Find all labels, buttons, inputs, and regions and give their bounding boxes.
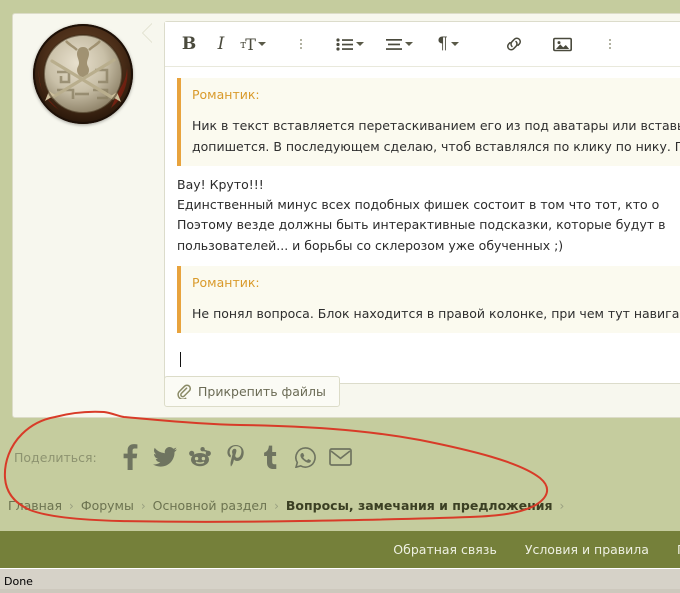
- reply-paragraph: Вау! Круто!!! Единственный минус всех по…: [177, 175, 680, 256]
- bold-icon[interactable]: B: [173, 29, 205, 59]
- image-glyph: [552, 37, 572, 51]
- footer-link-feedback[interactable]: Обратная связь: [393, 542, 497, 557]
- quote-author: Романтик:: [192, 274, 260, 290]
- bullet-list-icon[interactable]: [333, 29, 367, 59]
- browser-viewport: B I тT ¶ Романтик: Ник в текст вставляет…: [0, 0, 680, 593]
- reply-line: пользователей... и борьбы со склерозом у…: [177, 237, 564, 253]
- facebook-icon[interactable]: [113, 444, 148, 470]
- email-icon[interactable]: [323, 444, 358, 470]
- share-label: Поделиться:: [14, 449, 97, 465]
- quote-block-1: Романтик: Ник в текст вставляется перета…: [177, 78, 680, 166]
- quote-block-2: Романтик: Не понял вопроса. Блок находит…: [177, 265, 680, 334]
- link-glyph: [507, 37, 521, 51]
- email-glyph: [328, 448, 352, 466]
- post-avatar-column: [12, 13, 150, 418]
- quote-line: допишется. В последующем сделаю, чтоб вс…: [192, 138, 680, 154]
- chevron-down-icon: [450, 42, 459, 46]
- attach-files-label: Прикрепить файлы: [198, 384, 326, 399]
- reply-line: Единственный минус всех подобных фишек с…: [177, 197, 660, 212]
- quote-line: Ник в текст вставляется перетаскиванием …: [192, 118, 680, 134]
- avatar[interactable]: [33, 24, 133, 124]
- whatsapp-icon[interactable]: [288, 444, 323, 470]
- quote-text: Ник в текст вставляется перетаскиванием …: [192, 116, 680, 157]
- italic-icon[interactable]: I: [205, 29, 237, 59]
- breadcrumb-item-home[interactable]: Главная: [8, 498, 62, 513]
- editor-toolbar: B I тT ¶: [165, 22, 680, 67]
- breadcrumb-item-forums[interactable]: Форумы: [81, 498, 134, 513]
- tumblr-glyph: [263, 445, 277, 469]
- browser-status-bar: Done: [0, 568, 680, 593]
- editor-caret-line[interactable]: [177, 342, 680, 370]
- overflow-menu-icon[interactable]: [594, 29, 626, 59]
- share-row: Поделиться:: [14, 444, 358, 470]
- breadcrumb-item-main-section[interactable]: Основной раздел: [153, 498, 267, 513]
- twitter-icon[interactable]: [148, 444, 183, 470]
- pinterest-glyph: [227, 445, 244, 467]
- chevron-down-icon: [257, 42, 266, 46]
- site-footer-bar: Обратная связь Условия и правила Пол: [0, 531, 680, 568]
- pinterest-icon[interactable]: [218, 444, 253, 470]
- more-formatting-icon[interactable]: [285, 29, 317, 59]
- align-icon[interactable]: [383, 29, 416, 59]
- breadcrumb-separator-icon: ›: [69, 498, 74, 513]
- avatar-medallion-icon: [33, 24, 133, 124]
- editor-content-area[interactable]: Романтик: Ник в текст вставляется перета…: [165, 67, 680, 383]
- quote-text: Не понял вопроса. Блок находится в право…: [192, 304, 680, 324]
- bullet-list-glyph: [336, 37, 353, 51]
- facebook-glyph: [123, 444, 138, 470]
- align-glyph: [386, 38, 402, 50]
- chevron-down-icon: [356, 42, 364, 46]
- font-size-icon[interactable]: тT: [237, 29, 269, 59]
- tumblr-icon[interactable]: [253, 444, 288, 470]
- breadcrumb: Главная › Форумы › Основной раздел › Воп…: [8, 498, 571, 513]
- avatar-pointer: [143, 24, 152, 42]
- attach-files-button[interactable]: Прикрепить файлы: [164, 376, 340, 407]
- breadcrumb-item-current: Вопросы, замечания и предложения: [285, 498, 553, 513]
- reddit-icon[interactable]: [183, 444, 218, 470]
- breadcrumb-separator-icon: ›: [274, 498, 279, 513]
- reddit-glyph: [189, 447, 212, 467]
- paperclip-icon: [177, 384, 191, 399]
- breadcrumb-separator-icon: ›: [559, 498, 565, 513]
- link-icon[interactable]: [498, 29, 530, 59]
- attach-files-row: Прикрепить файлы: [164, 376, 340, 407]
- paragraph-icon[interactable]: ¶: [432, 29, 464, 59]
- whatsapp-glyph: [294, 446, 316, 468]
- twitter-glyph: [153, 447, 178, 467]
- footer-link-terms[interactable]: Условия и правила: [525, 542, 649, 557]
- post-editor: B I тT ¶ Романтик: Ник в текст вставляет…: [164, 21, 680, 384]
- quote-author: Романтик:: [192, 87, 260, 102]
- image-icon[interactable]: [546, 29, 578, 59]
- status-text: Done: [4, 574, 33, 588]
- breadcrumb-separator-icon: ›: [140, 498, 146, 513]
- chevron-down-icon: [405, 42, 413, 46]
- reply-line: Вау! Круто!!!: [177, 176, 264, 192]
- reply-line: Поэтому везде должны быть интерактивные …: [177, 217, 666, 233]
- text-cursor: [180, 352, 181, 368]
- quote-line: Не понял вопроса. Блок находится в право…: [192, 306, 680, 321]
